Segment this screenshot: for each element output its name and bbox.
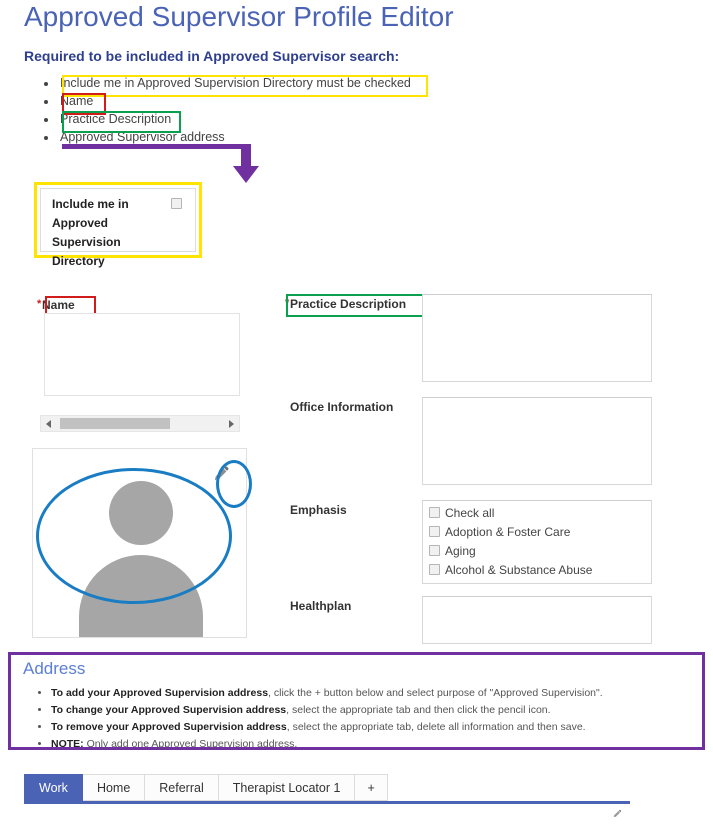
address-item-bold: To add your Approved Supervision address — [51, 687, 269, 699]
emphasis-option-row[interactable]: Aging — [429, 542, 592, 561]
healthplan-input[interactable] — [422, 596, 652, 644]
emphasis-option-row[interactable]: Check all — [429, 504, 592, 523]
annotation-arrow-head — [233, 166, 259, 183]
healthplan-label: Healthplan — [290, 599, 352, 613]
tab-therapist-locator-1[interactable]: Therapist Locator 1 — [218, 774, 356, 801]
requirement-text-name: Name — [60, 94, 94, 108]
pencil-icon[interactable] — [212, 465, 230, 483]
emphasis-option-row[interactable]: Alcohol & Substance Abuse — [429, 561, 592, 580]
list-item: Include me in Approved Supervision Direc… — [58, 74, 413, 92]
tab-home[interactable]: Home — [82, 774, 146, 801]
emphasis-adoption-checkbox[interactable] — [429, 526, 440, 537]
office-information-label: Office Information — [290, 400, 394, 414]
list-item: Name — [58, 92, 413, 110]
avatar-head-shape — [109, 481, 173, 545]
scroll-right-arrow-icon[interactable] — [229, 420, 234, 428]
emphasis-option-label: Check all — [445, 506, 495, 520]
include-me-field: Include me in Approved Supervision Direc… — [40, 188, 196, 268]
address-instruction-list: To add your Approved Supervision address… — [31, 685, 603, 753]
address-item-bold: To change your Approved Supervision addr… — [51, 704, 287, 716]
address-section-title: Address — [23, 659, 86, 678]
requirement-text-include-me: Include me in Approved Supervision Direc… — [60, 76, 411, 90]
scroll-left-arrow-icon[interactable] — [46, 420, 51, 428]
tab-bar-underline — [24, 801, 630, 804]
annotation-arrow-line-horizontal — [62, 144, 248, 149]
name-required-asterisk: * — [37, 298, 42, 310]
list-item: To remove your Approved Supervision addr… — [51, 719, 603, 736]
address-item-bold: To remove your Approved Supervision addr… — [51, 721, 287, 733]
office-information-input[interactable] — [422, 397, 652, 485]
emphasis-label: Emphasis — [290, 503, 347, 517]
annotation-arrow-line-vertical — [241, 144, 251, 168]
list-item: To change your Approved Supervision addr… — [51, 702, 603, 719]
emphasis-check-all-checkbox[interactable] — [429, 507, 440, 518]
address-tab-bar: Work Home Referral Therapist Locator 1 + — [24, 774, 388, 801]
include-me-checkbox[interactable] — [171, 198, 182, 209]
emphasis-checkbox-group: Check all Adoption & Foster Care Aging A… — [429, 504, 592, 580]
list-item: To add your Approved Supervision address… — [51, 685, 603, 702]
address-item-rest: , select the appropriate tab, delete all… — [286, 721, 586, 733]
list-item: NOTE: Only add one Approved Supervision … — [51, 736, 603, 753]
profile-photo-box[interactable] — [32, 448, 247, 638]
address-callout: Address To add your Approved Supervision… — [8, 652, 705, 750]
requirement-text-practice: Practice Description — [60, 112, 172, 126]
name-label-wrapper: * Name — [37, 298, 75, 312]
tab-add-button[interactable]: + — [355, 774, 388, 801]
practice-description-label: Practice Description — [290, 297, 407, 311]
practice-label-wrapper: * Practice Description — [285, 297, 407, 311]
emphasis-alcohol-checkbox[interactable] — [429, 564, 440, 575]
address-item-rest: , select the appropriate tab and then cl… — [286, 704, 551, 716]
page-title: Approved Supervisor Profile Editor — [24, 1, 454, 32]
emphasis-option-row[interactable]: Adoption & Foster Care — [429, 523, 592, 542]
avatar-body-shape — [79, 555, 203, 637]
name-label: Name — [42, 298, 75, 312]
emphasis-aging-checkbox[interactable] — [429, 545, 440, 556]
name-input[interactable] — [44, 313, 240, 396]
tab-work[interactable]: Work — [24, 774, 83, 801]
list-item: Practice Description — [58, 110, 413, 128]
emphasis-option-label: Aging — [445, 544, 476, 558]
emphasis-option-label: Adoption & Foster Care — [445, 525, 571, 539]
scrollbar-thumb[interactable] — [60, 418, 170, 429]
include-me-annotation-box: Include me in Approved Supervision Direc… — [34, 182, 202, 268]
practice-description-input[interactable] — [422, 294, 652, 382]
name-horizontal-scrollbar[interactable] — [40, 415, 240, 432]
emphasis-option-label: Alcohol & Substance Abuse — [445, 563, 593, 577]
page-subtitle: Required to be included in Approved Supe… — [24, 48, 400, 64]
tab-referral[interactable]: Referral — [145, 774, 219, 801]
page-root: Approved Supervisor Profile Editor Requi… — [0, 0, 713, 817]
requirements-list: Include me in Approved Supervision Direc… — [40, 74, 413, 146]
include-me-label: Include me in Approved Supervision Direc… — [52, 197, 129, 268]
address-item-rest: Only add one Approved Supervision addres… — [83, 738, 298, 750]
address-item-bold: NOTE: — [51, 738, 84, 750]
practice-required-asterisk: * — [285, 297, 290, 309]
address-item-rest: , click the + button below and select pu… — [268, 687, 603, 699]
